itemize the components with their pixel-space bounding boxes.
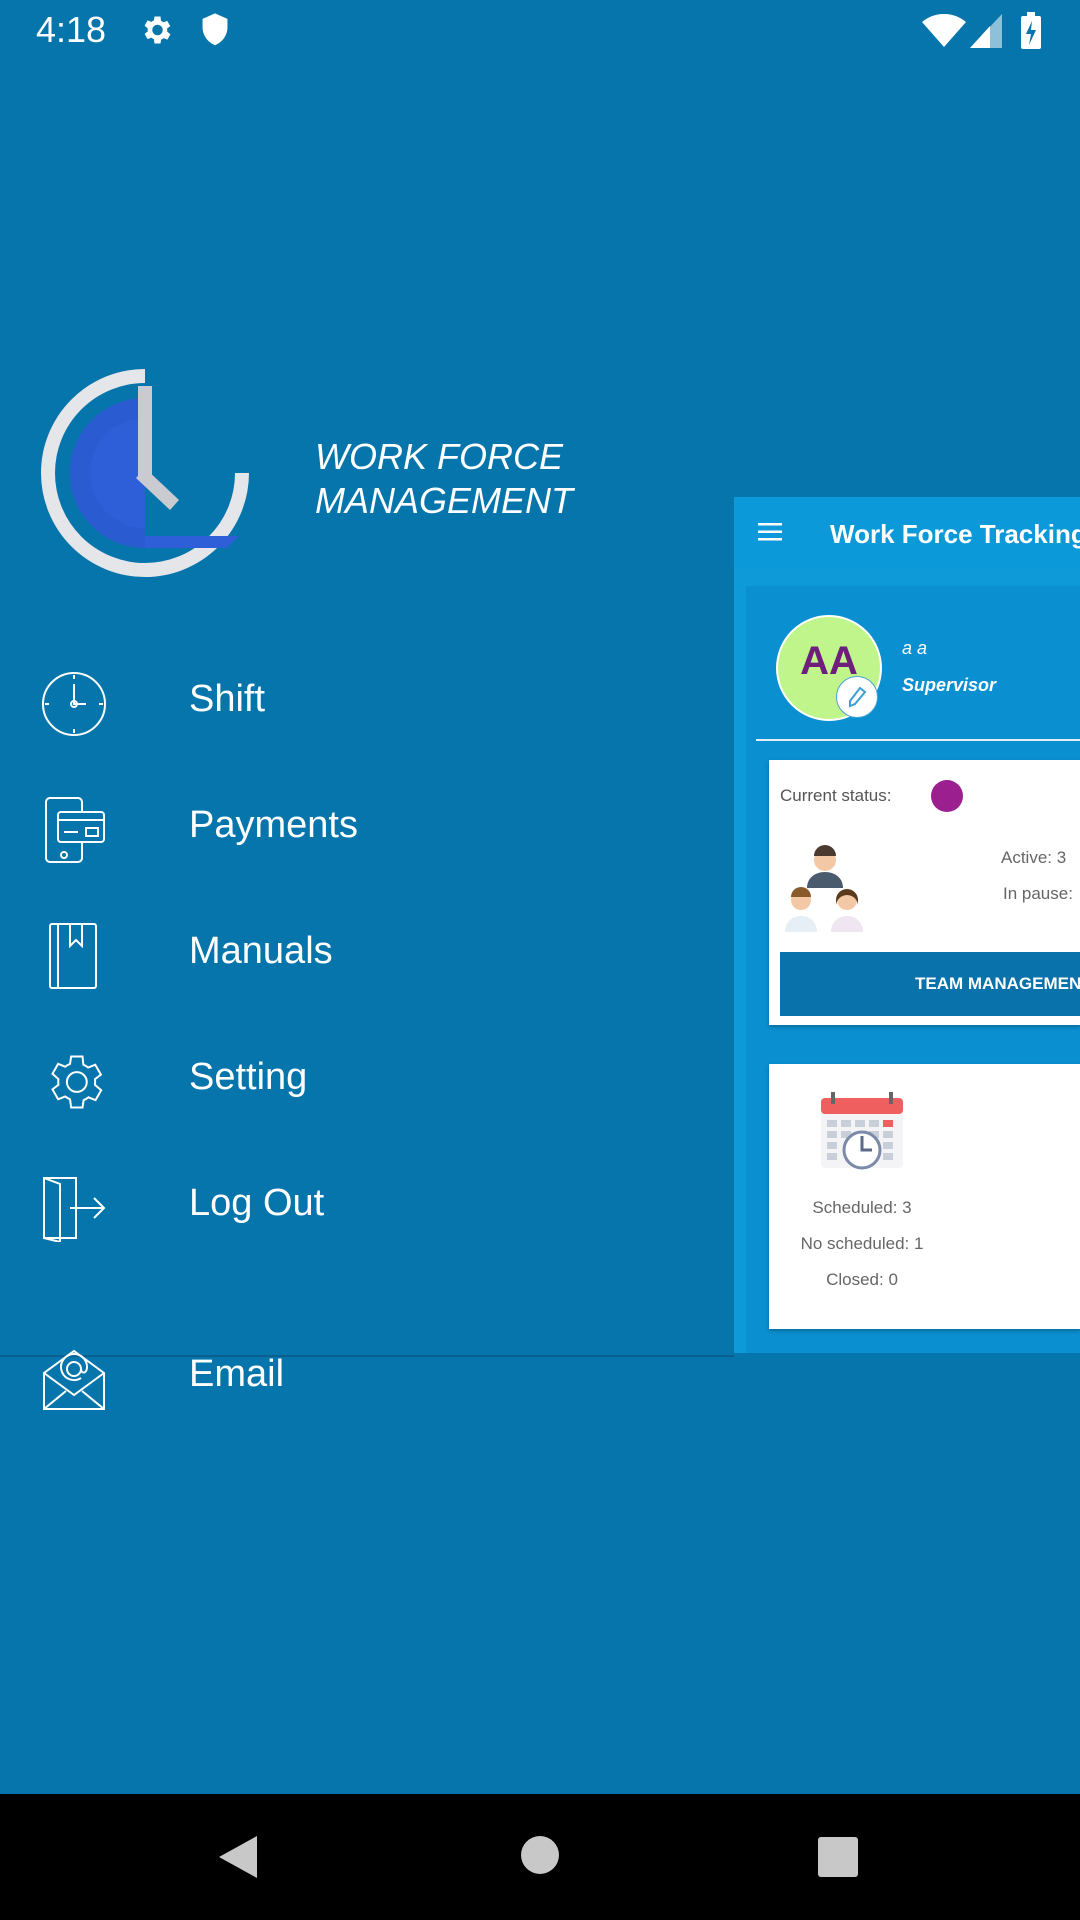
- pencil-icon: [849, 686, 867, 708]
- closed-count: Closed: 0: [826, 1270, 898, 1289]
- menu-icon[interactable]: [758, 522, 784, 542]
- scheduled-count: Scheduled: 3: [812, 1198, 912, 1217]
- user-role: Supervisor: [902, 675, 997, 695]
- calendar-clock-icon: [821, 1092, 903, 1170]
- menu-label-shift: Shift: [189, 678, 266, 720]
- status-time: 4:18: [36, 9, 107, 50]
- menu-item-manuals[interactable]: Manuals: [0, 902, 734, 1012]
- menu-item-setting[interactable]: Setting: [0, 1028, 734, 1138]
- team-icon: [785, 845, 863, 932]
- menu-item-payments[interactable]: Payments: [0, 776, 734, 886]
- gear-icon: [144, 16, 171, 44]
- menu-item-logout[interactable]: Log Out: [0, 1154, 734, 1264]
- menu-label-manuals: Manuals: [189, 930, 333, 972]
- brand-name: WORK FORCE MANAGEMENT: [315, 435, 573, 523]
- menu-label-payments: Payments: [189, 804, 358, 846]
- gear-icon: [51, 1055, 103, 1109]
- menu-item-email[interactable]: Email: [0, 1325, 734, 1435]
- menu-label-email: Email: [189, 1353, 285, 1395]
- signal-icon: [970, 14, 1002, 48]
- profile-divider: [756, 739, 1080, 741]
- email-icon: [43, 1349, 105, 1410]
- edit-profile-button[interactable]: [836, 676, 878, 718]
- schedule-card: Scheduled: 3 No scheduled: 1 Closed: 0: [769, 1064, 1080, 1329]
- recents-icon[interactable]: [817, 1836, 859, 1878]
- brand-line-1: WORK FORCE: [315, 436, 563, 477]
- shield-icon: [202, 13, 228, 46]
- app-logo: [41, 369, 249, 578]
- wifi-icon: [922, 14, 966, 47]
- home-icon[interactable]: [520, 1835, 560, 1875]
- team-status-card: Current status: Active: 3 In pause: TEAM…: [769, 760, 1080, 1025]
- system-nav-bar: [0, 1794, 1080, 1920]
- menu-label-logout: Log Out: [189, 1182, 325, 1224]
- book-icon: [49, 923, 97, 989]
- app-title: Work Force Tracking: [830, 519, 1080, 549]
- status-dot: [931, 780, 963, 812]
- brand-line-2: MANAGEMENT: [315, 480, 574, 521]
- back-icon[interactable]: [217, 1834, 261, 1880]
- battery-charging-icon: [1021, 12, 1041, 49]
- logout-icon: [43, 1177, 106, 1242]
- active-count: Active: 3: [1001, 848, 1067, 867]
- current-status-label: Current status:: [780, 786, 892, 805]
- team-management-button[interactable]: TEAM MANAGEMENT: [780, 952, 1080, 1016]
- menu-item-shift[interactable]: Shift: [0, 650, 734, 760]
- menu-label-setting: Setting: [189, 1056, 308, 1098]
- navigation-drawer: WORK FORCE MANAGEMENT Shift Payments Man…: [0, 63, 734, 1794]
- in-pause-count: In pause:: [1003, 884, 1073, 903]
- payments-icon: [45, 797, 105, 863]
- clock-icon: [42, 672, 106, 736]
- team-management-label: TEAM MANAGEMENT: [915, 974, 1080, 993]
- app-bar: Work Force Tracking: [734, 497, 1080, 568]
- user-name: a a: [902, 638, 928, 658]
- no-scheduled-count: No scheduled: 1: [800, 1234, 924, 1253]
- status-bar: 4:18: [0, 0, 1080, 63]
